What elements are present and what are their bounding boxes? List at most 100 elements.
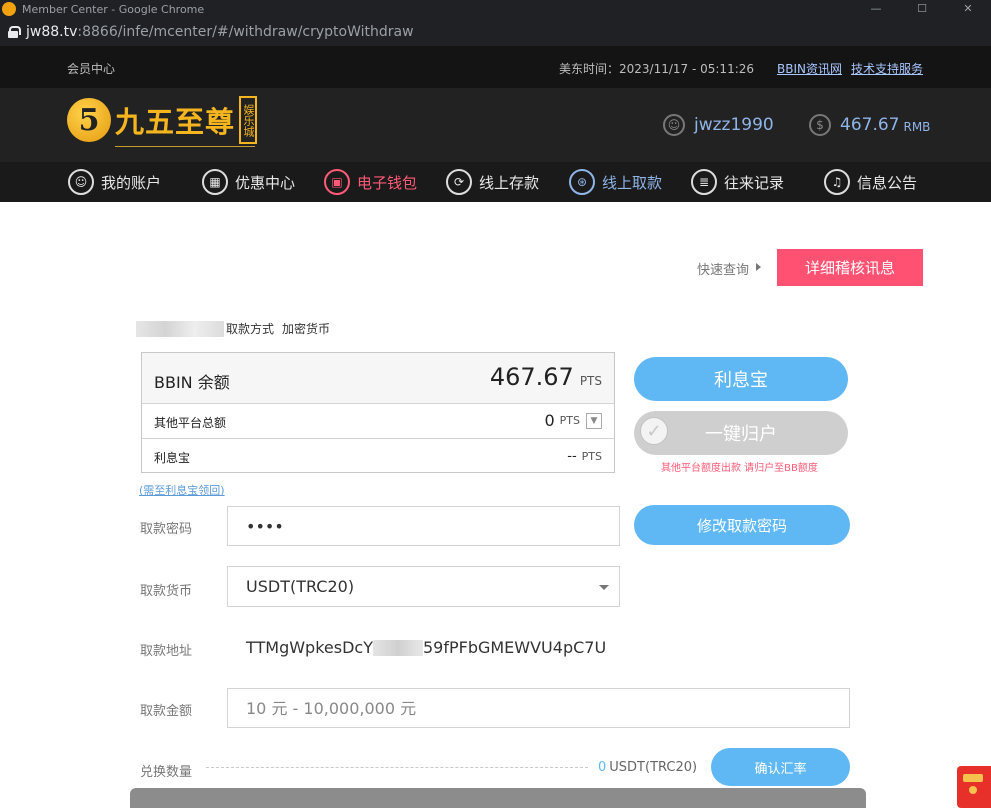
address-label: 取款地址 [140, 644, 193, 659]
maximize-button[interactable]: ☐ [899, 0, 945, 18]
nav-label: 信息公告 [857, 173, 918, 192]
transfer-warning: 其他平台额度出款 请归户至BB额度 [661, 463, 818, 474]
nav-promotions[interactable]: ▦ 优惠中心 [202, 169, 295, 195]
deposit-icon: ⟳ [446, 169, 472, 195]
one-click-transfer-button[interactable]: ✓ 一键归户 [634, 411, 848, 455]
user-avatar-icon: ☺ [663, 114, 685, 136]
pts-unit: PTS [581, 450, 602, 463]
nav-e-wallet[interactable]: ▣ 电子钱包 [324, 169, 417, 195]
bbin-balance-row: BBIN 余额 467.67 PTS [142, 353, 614, 404]
site-header: 5 九五至尊 娱乐城 ☺ jwzz1990 $ 467.67 RMB [0, 88, 991, 162]
brand-name: 九五至尊 [115, 105, 236, 139]
close-button[interactable]: ✕ [945, 0, 991, 18]
bbin-news-link[interactable]: BBIN资讯网 [777, 60, 842, 77]
bbin-balance-value: 467.67 PTS [490, 363, 602, 391]
pts-unit: PTS [579, 374, 602, 388]
other-platform-amount: 0 [544, 411, 555, 430]
change-password-button[interactable]: 修改取款密码 [634, 505, 850, 545]
exchange-unit: USDT(TRC20) [609, 760, 698, 775]
withdraw-address: TTMgWpkesDcY 59fPFbGMEWVU4pC7U [246, 638, 606, 657]
redacted-area [372, 639, 423, 656]
lixibao-amount: -- [567, 449, 577, 464]
exchange-label: 兑换数量 [140, 765, 193, 780]
bbin-balance-label: BBIN 余额 [154, 373, 230, 392]
bottom-overlay-bar [130, 788, 866, 808]
window-controls: — ☐ ✕ [853, 0, 991, 18]
nav-online-withdraw[interactable]: ⊛ 线上取款 [569, 169, 662, 195]
currency-label: 取款货币 [140, 584, 193, 599]
amount-field[interactable] [227, 688, 850, 728]
window-title: Member Center - Google Chrome [22, 2, 205, 16]
dollar-icon: $ [809, 114, 831, 136]
nav-label: 电子钱包 [357, 173, 418, 192]
nav-label: 往来记录 [724, 173, 785, 192]
other-platform-value: 0 PTS ▼ [544, 411, 602, 430]
lixibao-button[interactable]: 利息宝 [634, 357, 848, 401]
bell-icon: ♫ [824, 169, 850, 195]
address-start: TTMgWpkesDcY [246, 638, 373, 657]
password-label: 取款密码 [140, 522, 193, 537]
nav-label: 优惠中心 [235, 173, 296, 192]
url-host: jw88.tv [26, 24, 78, 40]
amount-label: 取款金额 [140, 704, 193, 719]
red-envelope-icon[interactable] [957, 766, 991, 808]
wallet-icon: ▣ [324, 169, 350, 195]
balance-amount: 467.67 [840, 115, 900, 135]
other-platform-label: 其他平台总额 [154, 416, 227, 430]
gift-icon: ▦ [202, 169, 228, 195]
browser-title-bar: Member Center - Google Chrome — ☐ ✕ [0, 0, 991, 18]
lixibao-value: -- PTS [567, 449, 602, 464]
exchange-amount: 0 [598, 760, 607, 775]
logo-coin-icon: 5 [67, 98, 111, 142]
nav-transaction-records[interactable]: ≣ 往来记录 [691, 169, 784, 195]
record-icon: ≣ [691, 169, 717, 195]
tech-support-link[interactable]: 技术支持服务 [851, 60, 923, 77]
nav-label: 线上取款 [602, 173, 663, 192]
minimize-button[interactable]: — [853, 0, 899, 18]
pts-unit: PTS [559, 414, 580, 427]
one-click-transfer-label: 一键归户 [705, 424, 777, 445]
main-nav: ☺ 我的账户 ▦ 优惠中心 ▣ 电子钱包 ⟳ 线上存款 ⊛ 线上取款 ≣ 往来记… [0, 162, 991, 202]
lock-icon [8, 26, 21, 38]
currency-select[interactable]: USDT(TRC20) [227, 566, 620, 607]
confirm-rate-button[interactable]: 确认汇率 [711, 748, 850, 786]
dropdown-caret-icon [599, 585, 609, 590]
nav-announcements[interactable]: ♫ 信息公告 [824, 169, 917, 195]
balance-currency: RMB [903, 119, 931, 134]
nav-online-deposit[interactable]: ⟳ 线上存款 [446, 169, 539, 195]
header-balance: $ 467.67 RMB [809, 114, 930, 136]
lixibao-label: 利息宝 [154, 451, 191, 465]
user-icon: ☺ [68, 169, 94, 195]
lixibao-return-link[interactable]: (需至利息宝领回) [139, 482, 225, 498]
site-top-bar: 会员中心 美东时间：2023/11/17 - 05:11:26 BBIN资讯网 … [0, 46, 991, 88]
member-center-label: 会员中心 [67, 62, 116, 76]
url-path: :8866/infe/mcenter/#/withdraw/cryptoWith… [77, 24, 414, 40]
brand-seal: 娱乐城 [239, 96, 258, 144]
withdraw-method: 取款方式 加密货币 [136, 320, 330, 337]
redacted-area [136, 320, 224, 337]
method-value: 加密货币 [282, 322, 331, 336]
nav-label: 我的账户 [101, 173, 162, 192]
quick-query-link[interactable]: 快速查询 [697, 259, 762, 278]
address-end: 59fPFbGMEWVU4pC7U [422, 638, 607, 657]
password-field[interactable] [227, 506, 620, 546]
password-input[interactable] [246, 516, 619, 536]
eastern-time: 美东时间：2023/11/17 - 05:11:26 [559, 62, 755, 76]
exchange-value: 0 USDT(TRC20) [598, 760, 697, 775]
nav-label: 线上存款 [479, 173, 540, 192]
brand-logo[interactable]: 5 九五至尊 娱乐城 [67, 96, 258, 147]
site-favicon-icon [2, 2, 16, 16]
bbin-balance-amount: 467.67 [489, 363, 574, 391]
balance-panel: BBIN 余额 467.67 PTS 其他平台总额 0 PTS ▼ 利息宝 --… [141, 352, 615, 473]
check-icon: ✓ [640, 417, 668, 445]
currency-selected-value: USDT(TRC20) [246, 577, 355, 596]
nav-my-account[interactable]: ☺ 我的账户 [68, 169, 161, 195]
address-bar[interactable]: jw88.tv:8866/infe/mcenter/#/withdraw/cry… [0, 18, 991, 46]
audit-details-button[interactable]: 详细稽核讯息 [777, 249, 923, 286]
amount-input[interactable] [246, 698, 849, 718]
dotted-leader [206, 767, 588, 768]
withdraw-icon: ⊛ [569, 169, 595, 195]
chevron-down-icon[interactable]: ▼ [586, 412, 602, 429]
user-info[interactable]: ☺ jwzz1990 [663, 114, 774, 136]
lixibao-row: 利息宝 -- PTS [142, 439, 614, 473]
